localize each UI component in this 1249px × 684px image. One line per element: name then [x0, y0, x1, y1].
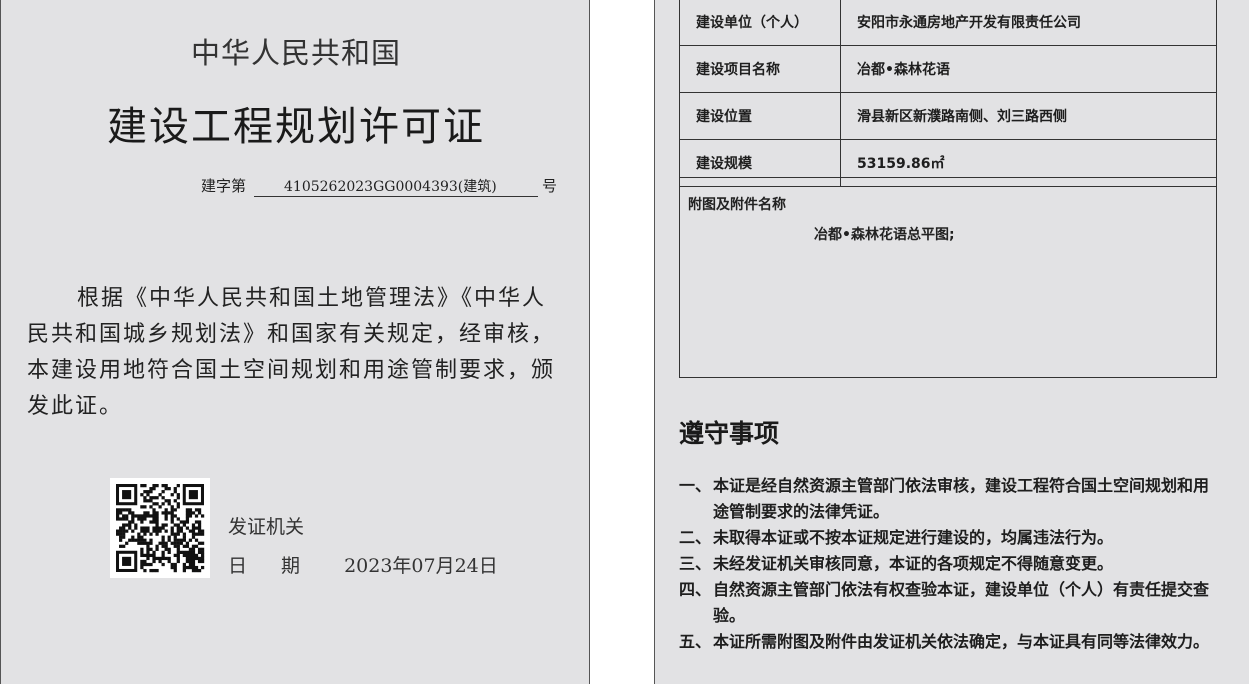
country-name: 中华人民共和国	[190, 36, 401, 70]
rule-text: 本证所需附图及附件由发证机关依法确定，与本证具有同等法律效力。	[713, 632, 1210, 651]
certificate-body-text: 根据《中华人民共和国土地管理法》《中华人民共和国城乡规划法》和国家有关规定，经审…	[27, 286, 556, 419]
attachments-box: 附图及附件名称 冶都•森林花语总平图;	[679, 177, 1217, 378]
issuer-label: 发证机关	[228, 516, 305, 538]
rule-marker: 一、	[679, 476, 712, 495]
row-label: 建设项目名称	[679, 45, 841, 93]
row-label: 建设单位（个人）	[679, 0, 841, 46]
row-label: 建设位置	[679, 92, 841, 140]
rule-text: 未经发证机关审核同意，本证的各项规定不得随意变更。	[713, 554, 1114, 573]
rules-title: 遵守事项	[679, 419, 780, 448]
project-info-table: 建设单位（个人） 安阳市永通房地产开发有限责任公司 建设项目名称 冶都•森林花语…	[679, 0, 1217, 187]
issue-date-row: 日期 2023年07月24日	[228, 551, 498, 578]
table-row: 建设项目名称 冶都•森林花语	[679, 45, 1217, 93]
rule-marker: 四、	[679, 580, 712, 599]
rule-marker: 二、	[679, 528, 712, 547]
list-item: 一、 本证是经自然资源主管部门依法审核，建设工程符合国土空间规划和用途管制要求的法…	[679, 473, 1219, 525]
attachments-label: 附图及附件名称	[688, 197, 786, 213]
rule-marker: 三、	[679, 554, 712, 573]
table-row: 建设单位（个人） 安阳市永通房地产开发有限责任公司	[679, 0, 1217, 46]
certificate-number-value: 4105262023GG0004393(建筑)	[254, 176, 539, 197]
list-item: 三、 未经发证机关审核同意，本证的各项规定不得随意变更。	[679, 551, 1219, 577]
rule-text: 本证是经自然资源主管部门依法审核，建设工程符合国土空间规划和用途管制要求的法律凭…	[713, 476, 1210, 521]
certificate-detail-page: 建设单位（个人） 安阳市永通房地产开发有限责任公司 建设项目名称 冶都•森林花语…	[654, 0, 1249, 684]
certificate-number: 建字第 4105262023GG0004393(建筑) 号	[201, 175, 557, 197]
issue-date-value: 2023年07月24日	[344, 555, 498, 577]
certificate-number-suffix: 号	[542, 177, 558, 195]
rule-text: 未取得本证或不按本证规定进行建设的，均属违法行为。	[713, 528, 1114, 547]
table-row: 建设位置 滑县新区新濮路南侧、刘三路西侧	[679, 92, 1217, 140]
row-value: 安阳市永通房地产开发有限责任公司	[840, 0, 1217, 46]
rule-marker: 五、	[679, 632, 712, 651]
issue-date-label: 日期	[228, 555, 335, 577]
list-item: 四、 自然资源主管部门依法有权查验本证，建设单位（个人）有责任提交查验。	[679, 577, 1219, 629]
certificate-number-prefix: 建字第	[201, 177, 247, 195]
row-value: 滑县新区新濮路南侧、刘三路西侧	[840, 92, 1217, 140]
rules-list: 一、 本证是经自然资源主管部门依法审核，建设工程符合国土空间规划和用途管制要求的法…	[679, 473, 1219, 655]
qr-code-icon	[110, 478, 210, 578]
list-item: 二、 未取得本证或不按本证规定进行建设的，均属违法行为。	[679, 525, 1219, 551]
rule-text: 自然资源主管部门依法有权查验本证，建设单位（个人）有责任提交查验。	[713, 580, 1210, 625]
row-value: 冶都•森林花语	[840, 45, 1217, 93]
certificate-front-page: 中华人民共和国 建设工程规划许可证 建字第 4105262023GG000439…	[0, 0, 590, 684]
attachments-value: 冶都•森林花语总平图;	[814, 227, 955, 243]
list-item: 五、 本证所需附图及附件由发证机关依法确定，与本证具有同等法律效力。	[679, 629, 1219, 655]
certificate-title: 建设工程规划许可证	[107, 104, 485, 150]
